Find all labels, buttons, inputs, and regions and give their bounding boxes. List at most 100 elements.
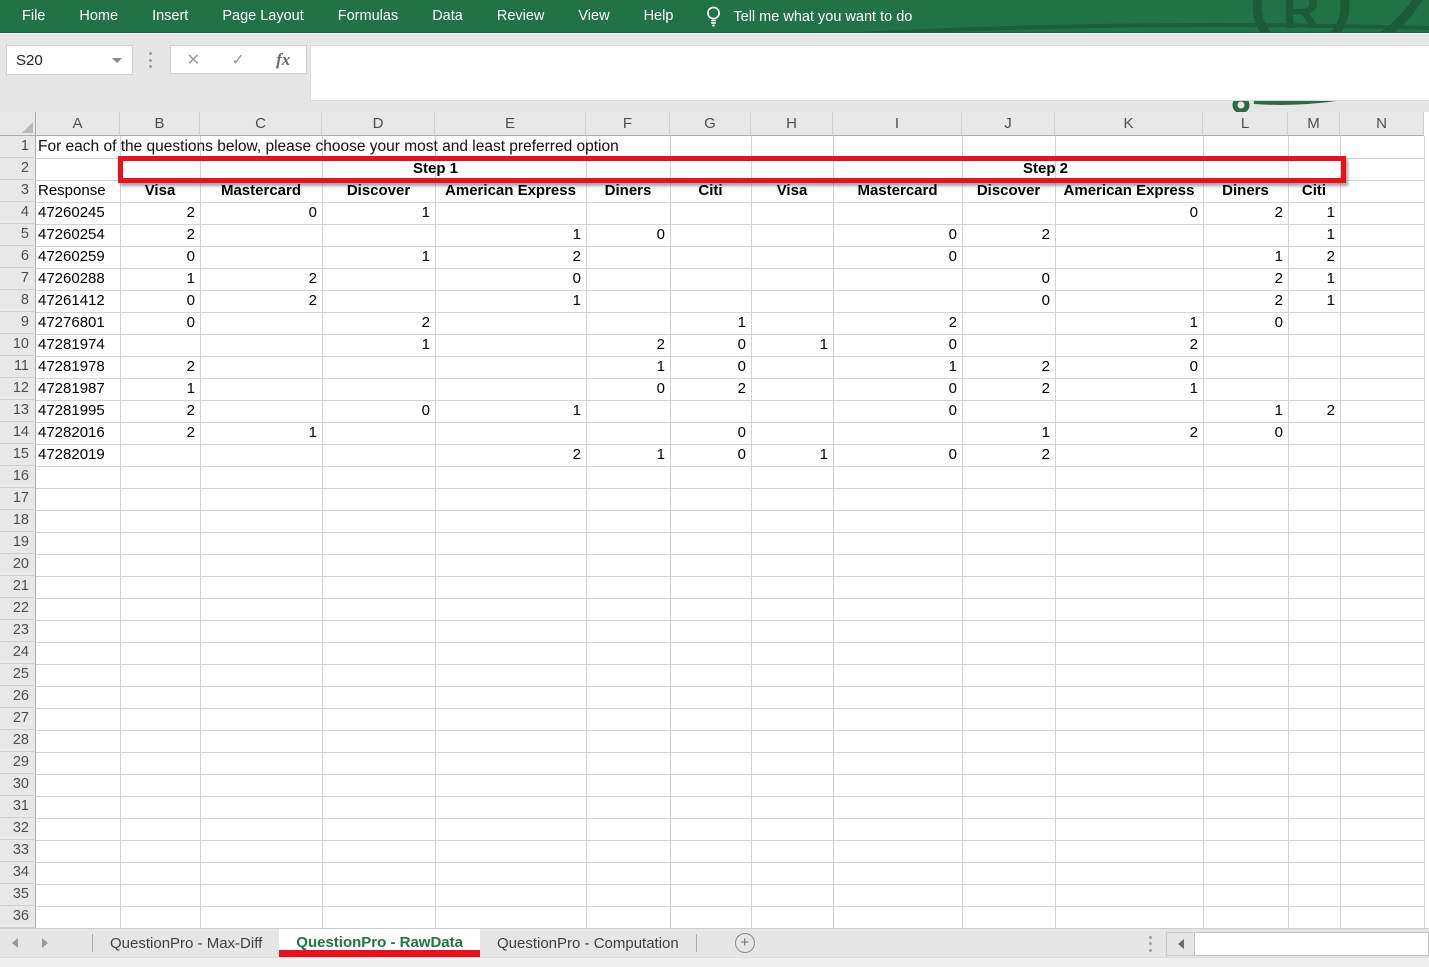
column-header-F[interactable]: F [586,112,670,136]
cell-C4[interactable]: 0 [200,202,322,224]
scroll-left-arrow[interactable] [1166,932,1194,956]
menu-help[interactable]: Help [627,0,691,33]
name-box-dropdown-arrow[interactable] [112,58,122,63]
row-header-2[interactable]: 2 [0,158,36,180]
row-header-35[interactable]: 35 [0,884,36,906]
sheet-nav-left-arrow[interactable] [0,929,30,957]
cell-L9[interactable]: 0 [1203,312,1288,334]
cell-B14[interactable]: 2 [120,422,200,444]
row-header-10[interactable]: 10 [0,334,36,356]
cell-G12[interactable]: 2 [670,378,751,400]
menu-file[interactable]: File [5,0,62,33]
cell-E13[interactable]: 1 [435,400,586,422]
cell-E8[interactable]: 1 [435,290,586,312]
row-header-15[interactable]: 15 [0,444,36,466]
cell-I11[interactable]: 1 [833,356,962,378]
menu-home[interactable]: Home [62,0,135,33]
row-header-32[interactable]: 32 [0,818,36,840]
cell-G11[interactable]: 0 [670,356,751,378]
cell-M5[interactable]: 1 [1288,224,1340,246]
insert-function-icon[interactable]: fx [276,50,290,70]
select-all-button[interactable] [0,112,36,136]
cell-A4[interactable]: 47260245 [36,202,120,224]
column-header-L[interactable]: L [1203,112,1288,136]
cell-L6[interactable]: 1 [1203,246,1288,268]
sheet-nav-right-arrow[interactable] [30,929,60,957]
cell-A15[interactable]: 47282019 [36,444,120,466]
cell-I5[interactable]: 0 [833,224,962,246]
cell-A10[interactable]: 47281974 [36,334,120,356]
cell-C14[interactable]: 1 [200,422,322,444]
row-header-11[interactable]: 11 [0,356,36,378]
cell-E7[interactable]: 0 [435,268,586,290]
cell-B7[interactable]: 1 [120,268,200,290]
row-header-1[interactable]: 1 [0,136,36,158]
row-header-18[interactable]: 18 [0,510,36,532]
cell-I13[interactable]: 0 [833,400,962,422]
cell-K11[interactable]: 0 [1055,356,1203,378]
row-header-8[interactable]: 8 [0,290,36,312]
name-box[interactable]: S20 [6,45,133,75]
cell-I3[interactable]: Mastercard [833,180,962,202]
cell-F5[interactable]: 0 [586,224,670,246]
cell-G3[interactable]: Citi [670,180,751,202]
cell-J12[interactable]: 2 [962,378,1055,400]
cell-L7[interactable]: 2 [1203,268,1288,290]
row-header-24[interactable]: 24 [0,642,36,664]
row-header-5[interactable]: 5 [0,224,36,246]
row-header-3[interactable]: 3 [0,180,36,202]
cell-K3[interactable]: American Express [1055,180,1203,202]
cell-I10[interactable]: 0 [833,334,962,356]
row-header-7[interactable]: 7 [0,268,36,290]
cell-J3[interactable]: Discover [962,180,1055,202]
row-header-28[interactable]: 28 [0,730,36,752]
sheet-tab-questionpro-computation[interactable]: QuestionPro - Computation [480,929,696,957]
column-header-A[interactable]: A [36,112,120,136]
cell-M6[interactable]: 2 [1288,246,1340,268]
cell-H15[interactable]: 1 [751,444,833,466]
cell-L14[interactable]: 0 [1203,422,1288,444]
cell-B3[interactable]: Visa [120,180,200,202]
name-box-value[interactable]: S20 [7,52,112,69]
cell-E5[interactable]: 1 [435,224,586,246]
cell-B5[interactable]: 2 [120,224,200,246]
row-header-31[interactable]: 31 [0,796,36,818]
cell-D3[interactable]: Discover [322,180,435,202]
cell-M8[interactable]: 1 [1288,290,1340,312]
cell-D13[interactable]: 0 [322,400,435,422]
row-header-4[interactable]: 4 [0,202,36,224]
cell-F15[interactable]: 1 [586,444,670,466]
cell-F12[interactable]: 0 [586,378,670,400]
row-header-26[interactable]: 26 [0,686,36,708]
cell-L13[interactable]: 1 [1203,400,1288,422]
cell-A8[interactable]: 47261412 [36,290,120,312]
row-header-21[interactable]: 21 [0,576,36,598]
cell-F10[interactable]: 2 [586,334,670,356]
row-header-30[interactable]: 30 [0,774,36,796]
cell-A9[interactable]: 47276801 [36,312,120,334]
sheet-tab-questionpro-max-diff[interactable]: QuestionPro - Max-Diff [93,929,279,957]
menu-view[interactable]: View [561,0,626,33]
column-header-B[interactable]: B [120,112,200,136]
row-header-20[interactable]: 20 [0,554,36,576]
cell-J15[interactable]: 2 [962,444,1055,466]
cell-G10[interactable]: 0 [670,334,751,356]
menu-data[interactable]: Data [415,0,480,33]
cell-H3[interactable]: Visa [751,180,833,202]
cell-K12[interactable]: 1 [1055,378,1203,400]
cell-J8[interactable]: 0 [962,290,1055,312]
cell-L3[interactable]: Diners [1203,180,1288,202]
row-header-19[interactable]: 19 [0,532,36,554]
cell-I15[interactable]: 0 [833,444,962,466]
cell-D9[interactable]: 2 [322,312,435,334]
cell-A14[interactable]: 47282016 [36,422,120,444]
cell-A11[interactable]: 47281978 [36,356,120,378]
cell-F11[interactable]: 1 [586,356,670,378]
row-header-36[interactable]: 36 [0,906,36,928]
cell-K9[interactable]: 1 [1055,312,1203,334]
cell-B11[interactable]: 2 [120,356,200,378]
column-header-G[interactable]: G [670,112,751,136]
cell-L4[interactable]: 2 [1203,202,1288,224]
column-header-C[interactable]: C [200,112,322,136]
row-header-17[interactable]: 17 [0,488,36,510]
